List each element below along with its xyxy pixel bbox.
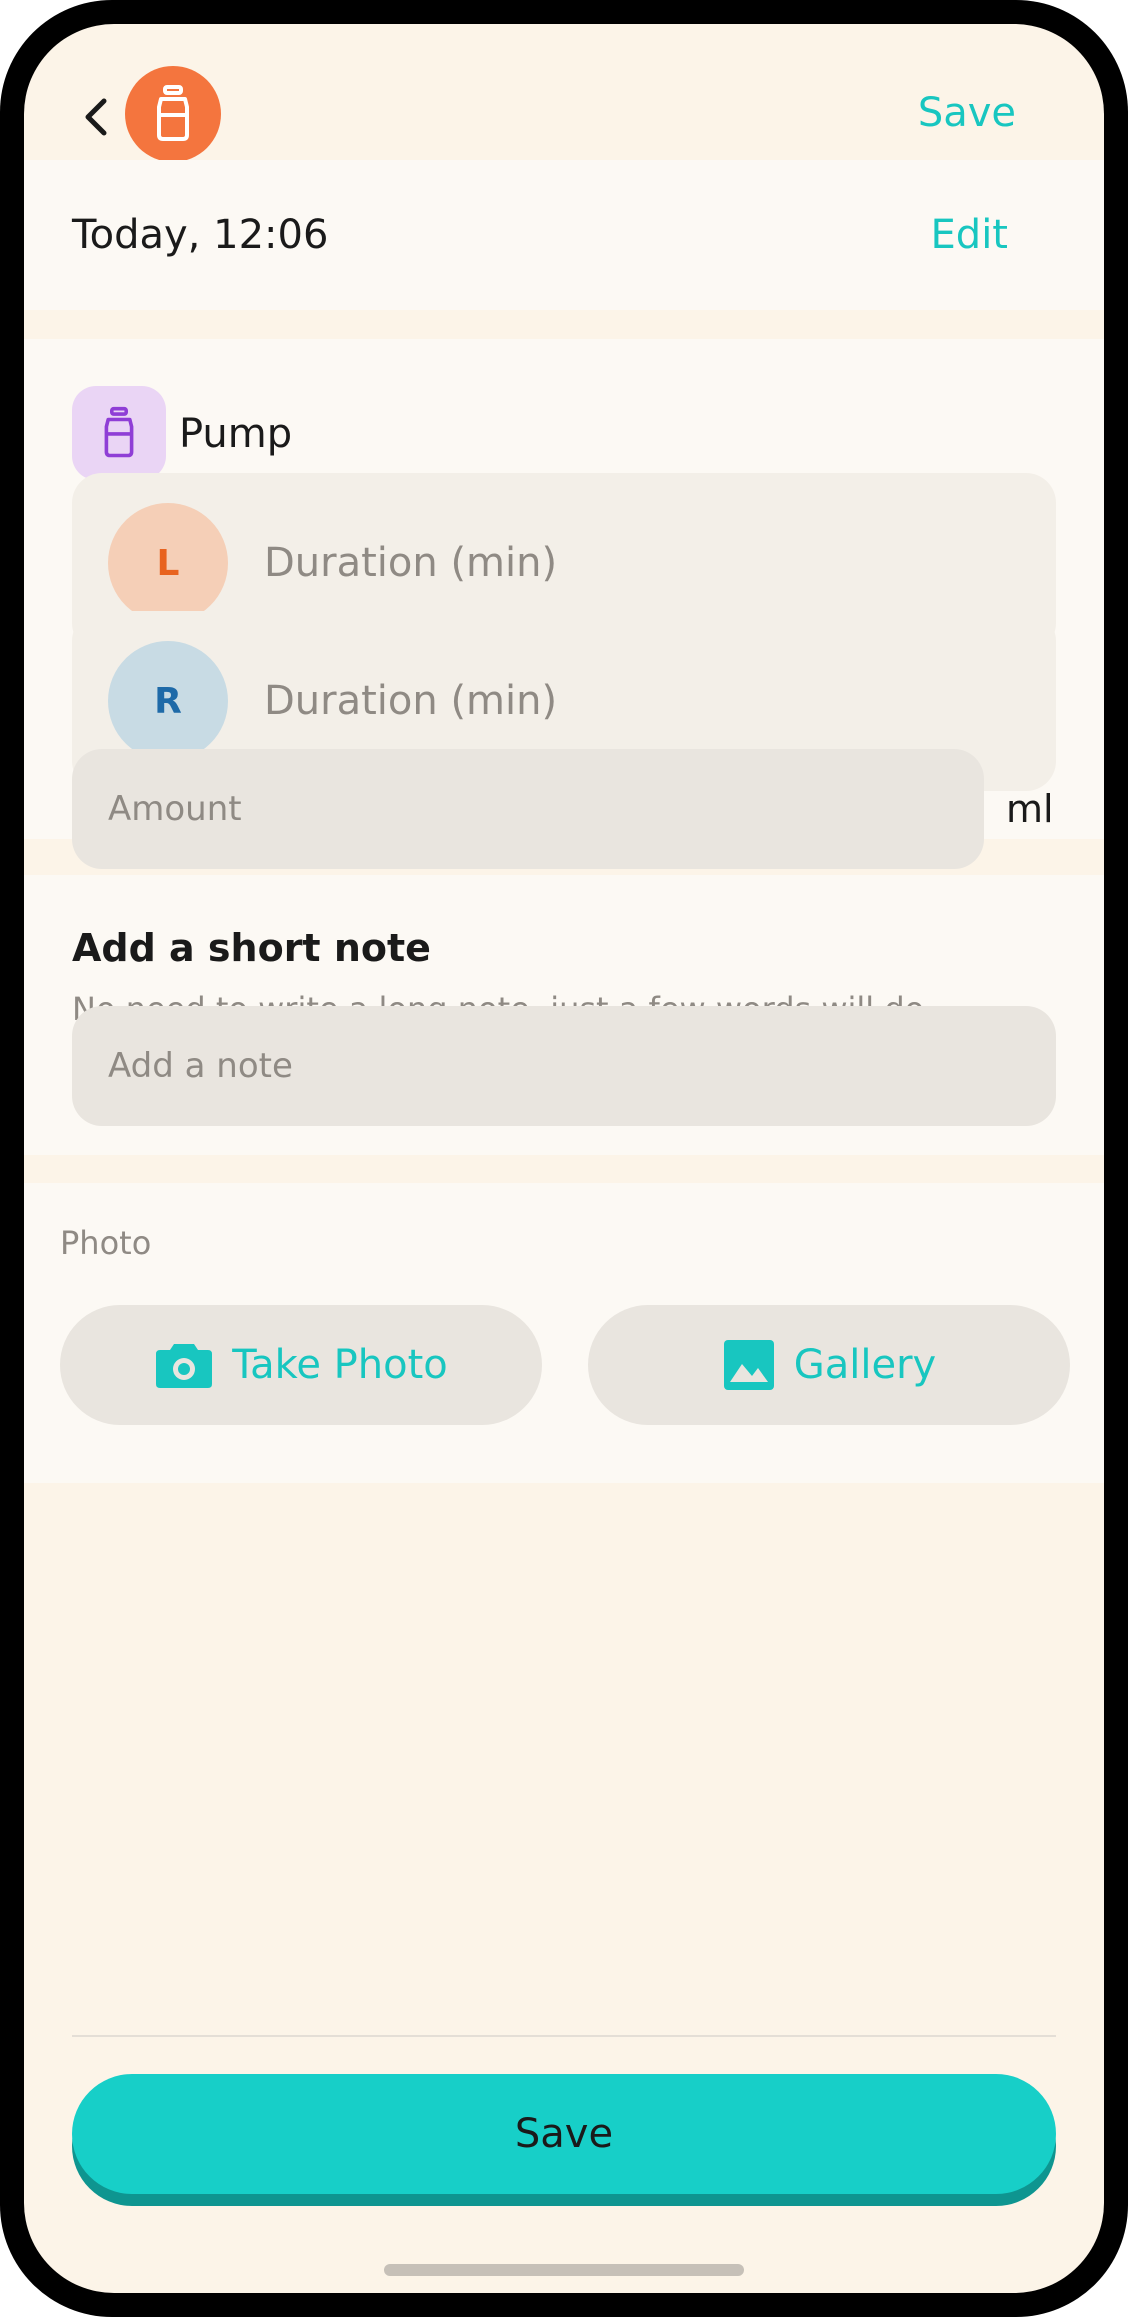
take-photo-button[interactable]: Take Photo xyxy=(60,1305,542,1425)
save-button-label: Save xyxy=(514,2111,614,2157)
camera-icon xyxy=(156,1344,213,1388)
app-screen: Save Today, 12:06 Edit Pump L Duration (… xyxy=(24,24,1104,2293)
note-input[interactable]: Add a note xyxy=(72,1006,1056,1126)
note-title: Add a short note xyxy=(72,926,431,970)
right-side-badge: R xyxy=(108,641,228,761)
save-button[interactable]: Save xyxy=(72,2074,1056,2194)
top-bar: Save xyxy=(24,24,1104,164)
pump-section: Pump L Duration (min) R Duration (min) A… xyxy=(24,339,1104,869)
photo-section: Photo Take Photo Gallery xyxy=(24,1183,1104,1483)
pump-label: Pump xyxy=(179,411,293,457)
amount-unit: ml xyxy=(1006,787,1054,831)
note-section: Add a short note No need to write a long… xyxy=(24,875,1104,1155)
amount-placeholder: Amount xyxy=(108,789,242,829)
footer-divider xyxy=(72,2035,1056,2037)
back-button[interactable] xyxy=(70,84,120,150)
right-side-letter: R xyxy=(154,680,182,722)
note-placeholder: Add a note xyxy=(108,1046,293,1086)
pump-bottle-icon xyxy=(104,406,134,458)
left-side-letter: L xyxy=(156,542,180,584)
header-save-button[interactable]: Save xyxy=(918,88,1016,138)
pump-bottle-icon xyxy=(157,85,189,141)
left-side-badge: L xyxy=(108,503,228,623)
right-duration-placeholder: Duration (min) xyxy=(264,678,558,724)
amount-input[interactable]: Amount xyxy=(72,749,984,869)
edit-time-button[interactable]: Edit xyxy=(931,208,1008,262)
take-photo-label: Take Photo xyxy=(232,1342,448,1388)
datetime-section: Today, 12:06 Edit xyxy=(24,160,1104,310)
app-pump-avatar xyxy=(125,66,221,162)
home-indicator[interactable] xyxy=(384,2264,744,2276)
date-time-label: Today, 12:06 xyxy=(72,212,329,258)
chevron-left-icon xyxy=(85,98,107,136)
gallery-button[interactable]: Gallery xyxy=(588,1305,1070,1425)
photo-label: Photo xyxy=(60,1224,152,1262)
pump-icon-tile xyxy=(72,386,166,480)
left-duration-placeholder: Duration (min) xyxy=(264,540,558,586)
phone-frame: Save Today, 12:06 Edit Pump L Duration (… xyxy=(0,0,1128,2317)
gallery-label: Gallery xyxy=(793,1342,937,1388)
image-icon xyxy=(723,1340,774,1390)
